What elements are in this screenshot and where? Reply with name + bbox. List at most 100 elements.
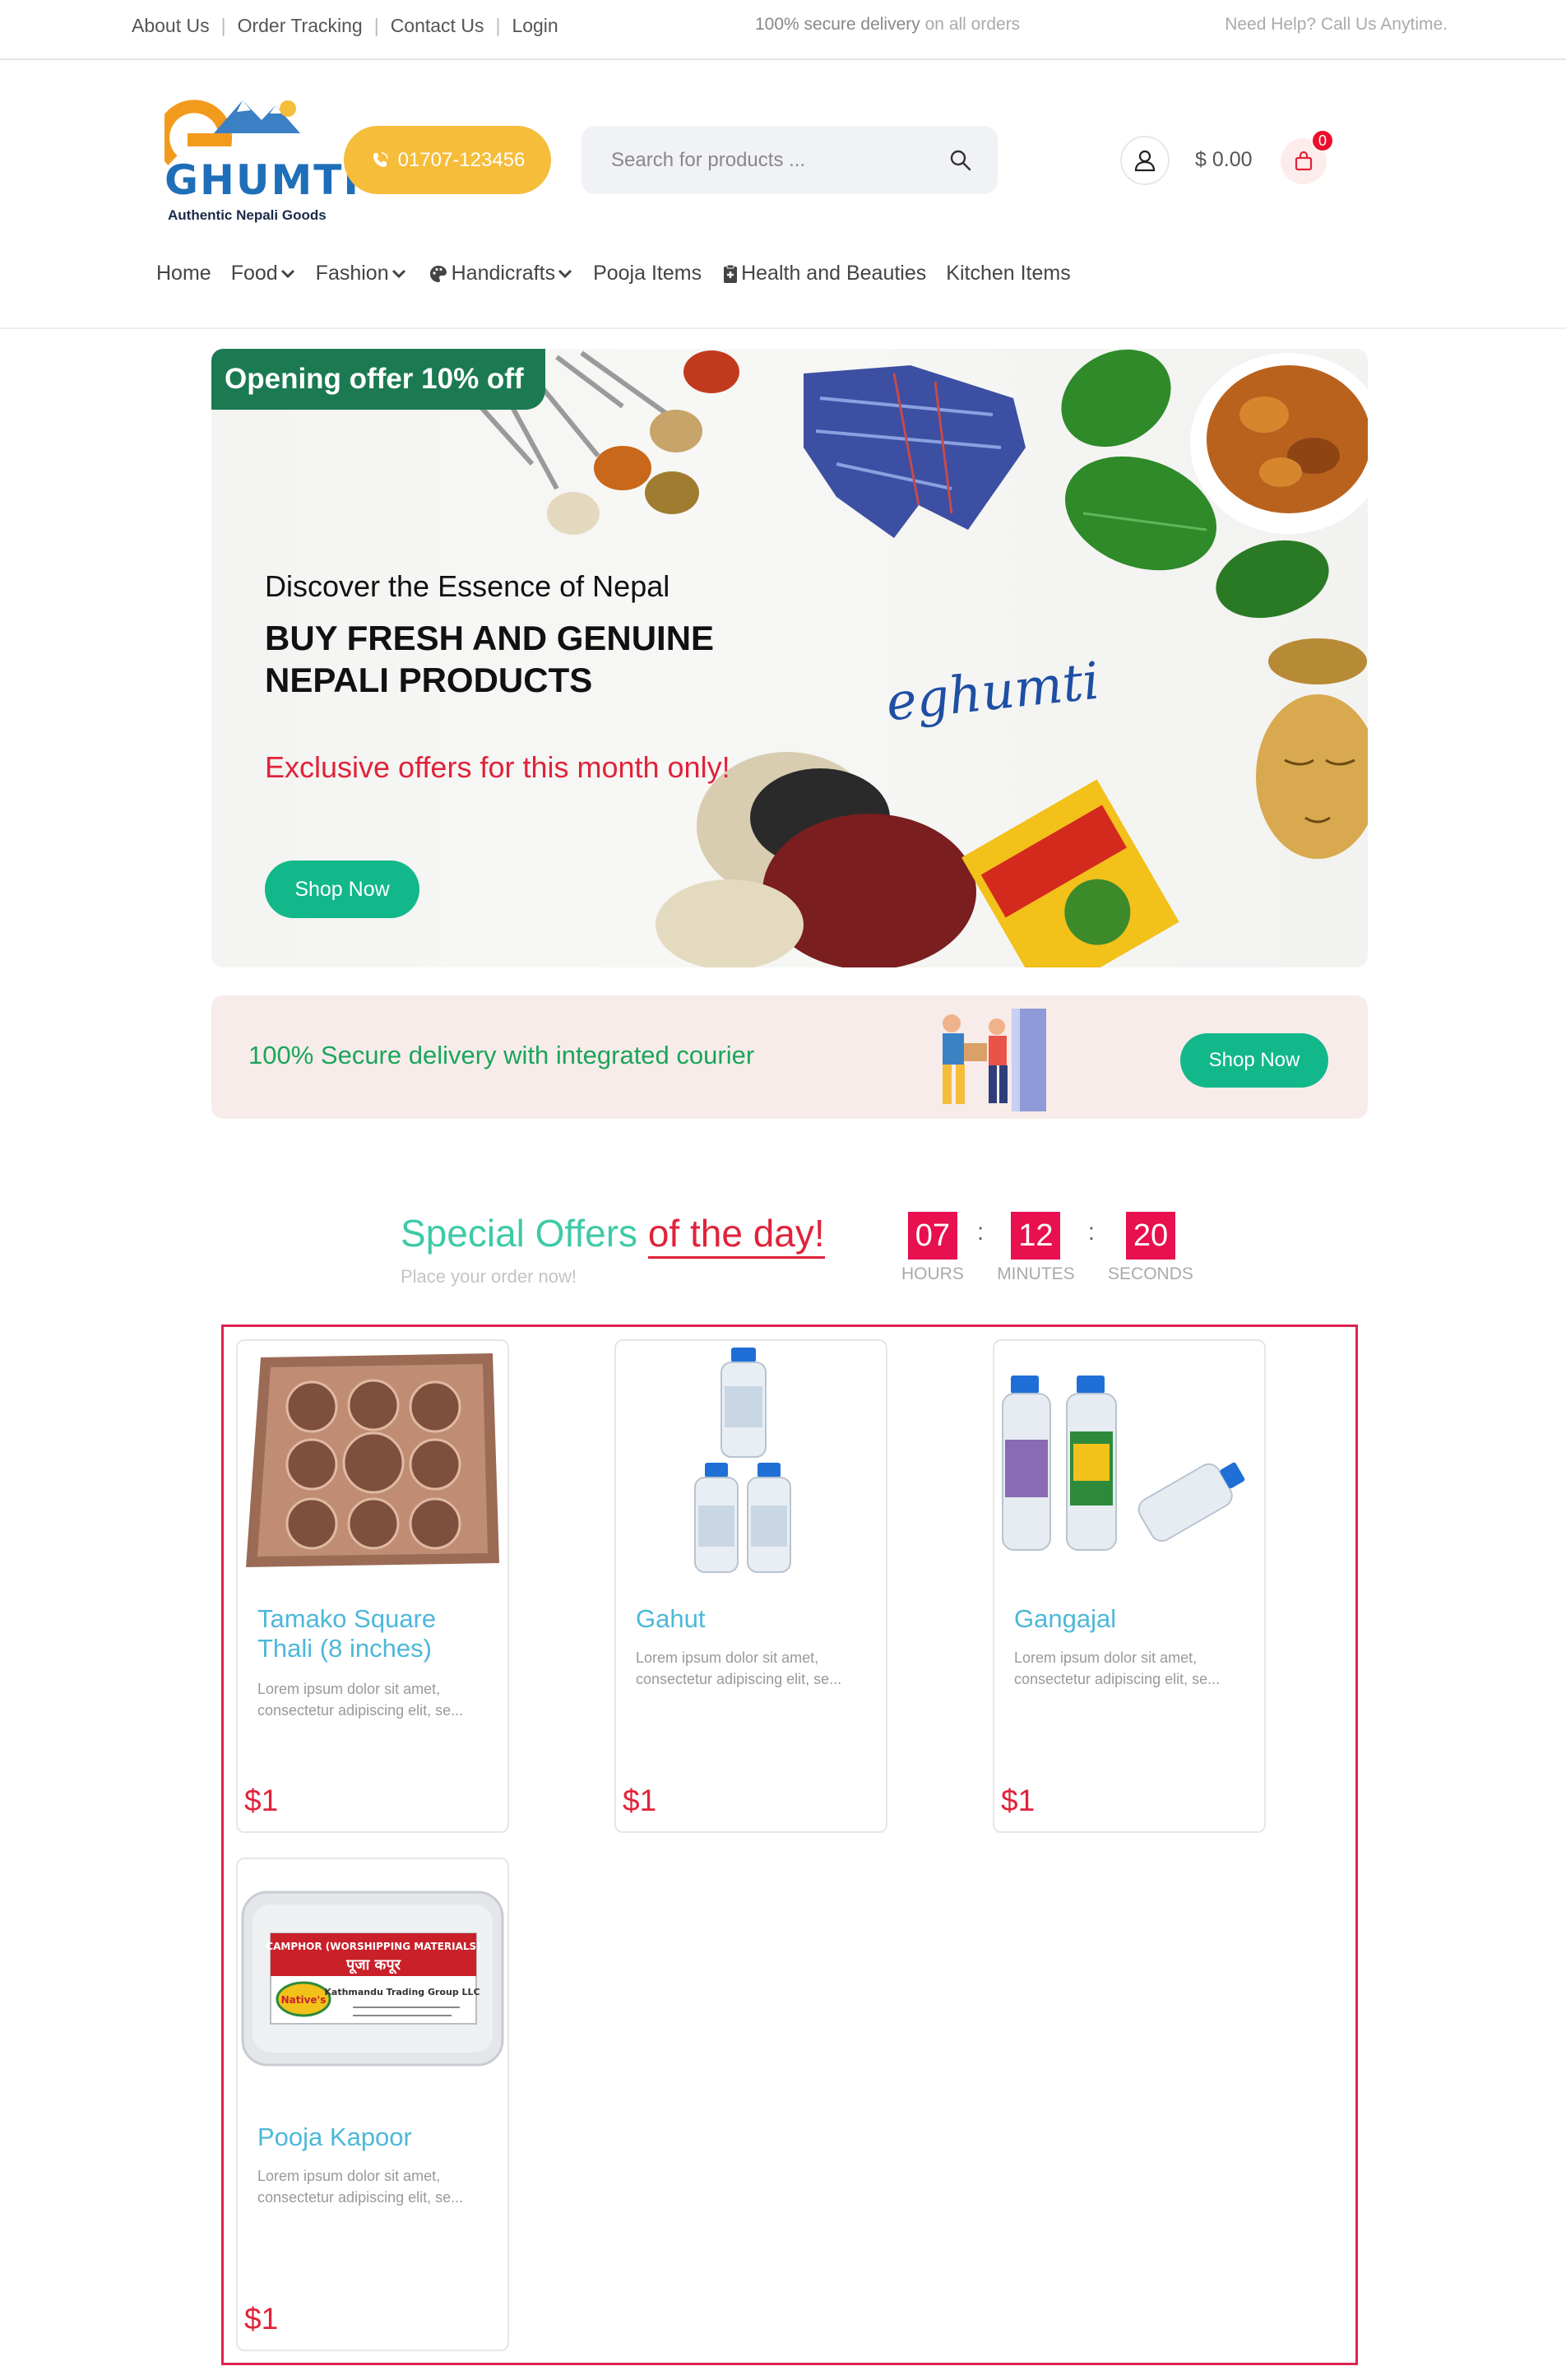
search-input[interactable] [611, 126, 940, 194]
special-offers-title-main: Special Offers [401, 1212, 638, 1255]
secure-delivery-light: on all orders [924, 15, 1021, 34]
courier-delivery-illustration [943, 1009, 1046, 1111]
contact-us-link[interactable]: Contact Us [391, 15, 484, 37]
hero-banner: Opening offer 10% off Discover the Essen… [211, 349, 1368, 967]
cart-count-badge: 0 [1311, 129, 1334, 152]
top-links: About Us | Order Tracking | Contact Us |… [132, 15, 558, 37]
order-tracking-link[interactable]: Order Tracking [238, 15, 363, 37]
timer-hours: 07 HOURS [901, 1212, 964, 1284]
kapoor-brand: Native's [281, 1994, 327, 2006]
opening-offer-badge: Opening offer 10% off [211, 349, 545, 410]
nav-handicrafts[interactable]: Handicrafts [427, 262, 573, 285]
hero-subtitle: Discover the Essence of Nepal [265, 569, 670, 603]
account-button[interactable] [1120, 136, 1170, 185]
secure-delivery-main: 100% secure delivery [755, 15, 920, 34]
timer-hours-value: 07 [907, 1212, 957, 1260]
hero-title-line-2: NEPALI PRODUCTS [265, 661, 593, 699]
timer-separator: : [976, 1218, 985, 1246]
special-offers-title-accent: of the day! [647, 1212, 825, 1259]
nav-food-label: Food [230, 262, 278, 285]
delivery-banner-text: 100% Secure delivery with integrated cou… [248, 1041, 755, 1069]
product-card[interactable]: Tamako Square Thali (8 inches) Lorem ips… [236, 1339, 509, 1833]
product-name[interactable]: Gahut [636, 1604, 858, 1634]
noodles-packet-image [961, 779, 1179, 967]
pooja-kapoor-image[interactable]: CAMPHOR (WORSHIPPING MATERIALS) पूजा कपू… [238, 1859, 507, 2098]
timer-separator: : [1087, 1218, 1096, 1246]
user-icon [1134, 150, 1156, 172]
delivery-banner: 100% Secure delivery with integrated cou… [211, 995, 1368, 1119]
timer-seconds-label: SECONDS [1108, 1264, 1193, 1283]
timer-minutes: 12 MINUTES [997, 1212, 1075, 1284]
search-icon[interactable] [948, 148, 973, 173]
phone-icon [373, 151, 388, 167]
product-price: $1 [244, 1784, 279, 1817]
main-nav: Home Food Fashion Handicrafts Pooja Item… [156, 262, 1091, 285]
product-card[interactable]: CAMPHOR (WORSHIPPING MATERIALS) पूजा कपू… [236, 1858, 509, 2351]
divider: | [495, 15, 501, 36]
secure-delivery-note: 100% secure delivery on all orders [755, 15, 1020, 35]
timer-seconds-value: 20 [1125, 1212, 1175, 1260]
cart-total: $ 0.00 [1195, 148, 1253, 171]
divider: | [373, 15, 379, 36]
hero-shop-now-button[interactable]: Shop Now [265, 861, 419, 918]
chevron-down-icon [558, 269, 572, 278]
site-logo[interactable]: GHUMTI Authentic Nepali Goods [156, 90, 359, 226]
product-description: Lorem ipsum dolor sit amet, consectetur … [257, 1681, 464, 1719]
special-offers-title: Special Offers of the day! [401, 1211, 825, 1259]
product-name[interactable]: Gangajal [1014, 1604, 1236, 1634]
hero-title-line-1: BUY FRESH AND GENUINE [265, 619, 715, 657]
chevron-down-icon [392, 269, 405, 278]
nav-kitchen[interactable]: Kitchen Items [946, 262, 1070, 285]
nav-food[interactable]: Food [231, 262, 296, 285]
login-link[interactable]: Login [512, 15, 558, 37]
gangajal-bottles-image[interactable] [994, 1341, 1264, 1580]
product-price: $1 [1001, 1784, 1036, 1817]
nav-fashion[interactable]: Fashion [316, 262, 407, 285]
special-offers-product-grid: Tamako Square Thali (8 inches) Lorem ips… [221, 1325, 1358, 2365]
timer-minutes-value: 12 [1011, 1212, 1061, 1260]
clipboard-icon [724, 264, 738, 283]
product-description: Lorem ipsum dolor sit amet, consectetur … [1014, 1649, 1221, 1687]
bottle [720, 1348, 767, 1458]
product-price: $1 [623, 1784, 657, 1817]
countdown-timer: 07 HOURS : 12 MINUTES : 20 SECONDS [901, 1212, 1193, 1284]
shopping-bag-icon [1295, 151, 1313, 171]
divider: | [220, 15, 226, 36]
header-divider [0, 327, 1566, 329]
product-price: $1 [244, 2302, 279, 2336]
kapoor-label-nepali: पूजा कपूर [345, 1956, 401, 1974]
about-us-link[interactable]: About Us [132, 15, 210, 37]
nav-health-label: Health and Beauties [741, 262, 927, 285]
search-bar [581, 126, 998, 194]
help-text: Need Help? Call Us Anytime. [1225, 15, 1448, 34]
timer-minutes-label: MINUTES [997, 1264, 1075, 1283]
logo-tagline: Authentic Nepali Goods [168, 207, 327, 223]
snack-bowl-image [1190, 353, 1368, 534]
scarf-image [804, 365, 1026, 538]
nav-pooja[interactable]: Pooja Items [593, 262, 702, 285]
phone-button[interactable]: 01707-123456 [344, 126, 551, 194]
copper-thali-image[interactable] [238, 1341, 507, 1580]
gahut-bottles-image[interactable] [616, 1341, 886, 1580]
product-card[interactable]: Gangajal Lorem ipsum dolor sit amet, con… [993, 1339, 1266, 1833]
kapoor-label-english: CAMPHOR (WORSHIPPING MATERIALS) [266, 1941, 480, 1952]
top-bar: About Us | Order Tracking | Contact Us |… [0, 0, 1566, 60]
phone-number: 01707-123456 [397, 148, 526, 171]
nav-handicrafts-label: Handicrafts [451, 262, 556, 285]
product-name[interactable]: Tamako Square Thali (8 inches) [257, 1604, 480, 1663]
chevron-down-icon [280, 269, 294, 278]
palette-icon [429, 265, 447, 282]
hero-title: BUY FRESH AND GENUINE NEPALI PRODUCTS [265, 617, 758, 701]
product-name[interactable]: Pooja Kapoor [257, 2123, 480, 2152]
delivery-shop-now-button[interactable]: Shop Now [1180, 1033, 1328, 1088]
product-card[interactable]: Gahut Lorem ipsum dolor sit amet, consec… [614, 1339, 887, 1833]
nav-kitchen-label: Kitchen Items [946, 262, 1071, 285]
timer-seconds: 20 SECONDS [1108, 1212, 1193, 1284]
hero-offer-text: Exclusive offers for this month only! [265, 750, 730, 784]
nav-fashion-label: Fashion [315, 262, 389, 285]
nav-pooja-label: Pooja Items [593, 262, 702, 285]
nav-health[interactable]: Health and Beauties [721, 262, 926, 285]
nav-home[interactable]: Home [156, 262, 211, 285]
product-description: Lorem ipsum dolor sit amet, consectetur … [257, 2168, 464, 2206]
buddha-face-image [1256, 638, 1368, 859]
